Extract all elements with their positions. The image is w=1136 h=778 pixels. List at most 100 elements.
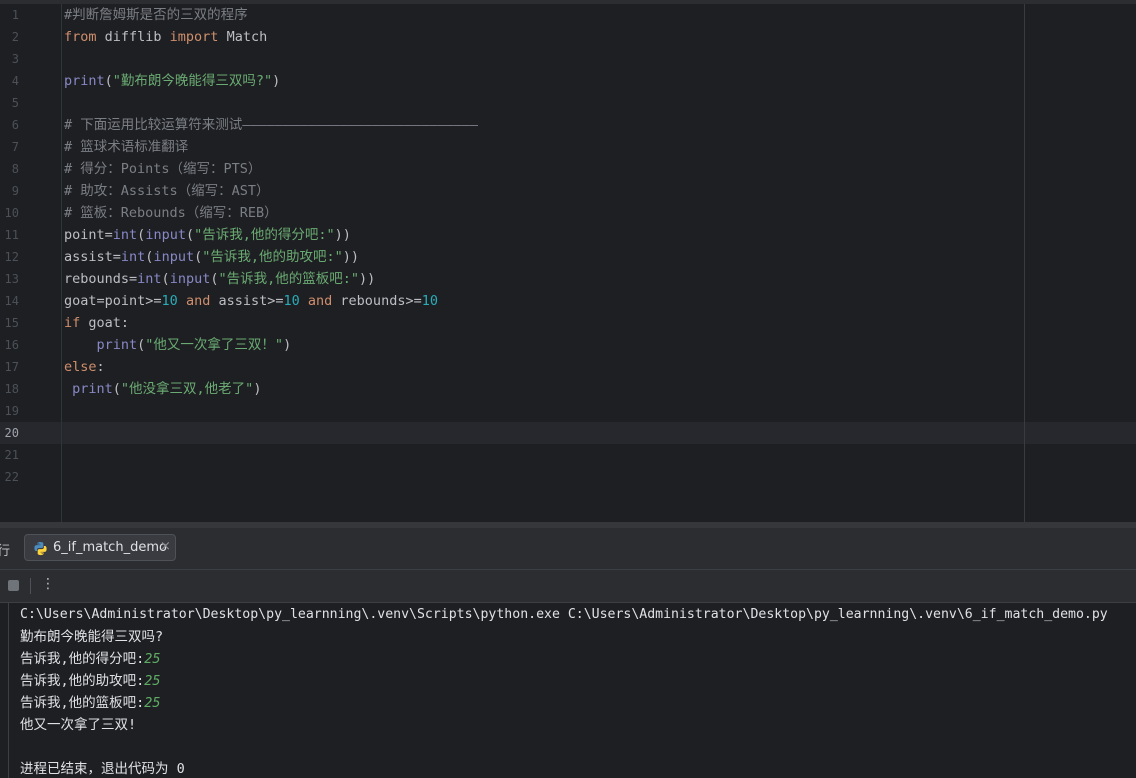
- console-text: 告诉我,他的得分吧:: [20, 651, 145, 667]
- code-token: :: [96, 359, 105, 375]
- code-token: 10: [161, 293, 178, 309]
- code-editor[interactable]: 1 2 3 4 5 6 7 8 9 10 11 12 13 14 15 16 17 18 19 20 21 22 #判断詹…: [0, 0, 1136, 522]
- line-number: 12: [4, 250, 19, 264]
- code-line[interactable]: # 助攻：Assists（缩写：AST）: [64, 180, 270, 202]
- code-token: point=: [64, 227, 113, 243]
- code-token: and: [185, 293, 211, 309]
- code-line[interactable]: print("他没拿三双,他老了"): [64, 378, 261, 400]
- toolbar-separator: [30, 578, 31, 594]
- code-token: else: [64, 359, 97, 375]
- code-token: ): [283, 337, 292, 353]
- code-token: (: [104, 73, 113, 89]
- line-number: 20: [4, 426, 19, 440]
- line-number: 10: [4, 206, 19, 220]
- code-token: int: [137, 271, 162, 287]
- console-text: 他又一次拿了三双!: [20, 717, 137, 733]
- code-line[interactable]: # 得分：Points（缩写：PTS）: [64, 158, 261, 180]
- code-token: ): [272, 73, 281, 89]
- line-number: 18: [4, 382, 19, 396]
- line-number: 8: [11, 162, 19, 176]
- code-line[interactable]: # 篮球术语标准翻译: [64, 136, 188, 158]
- code-token: input: [145, 227, 186, 243]
- python-file-icon: [34, 541, 47, 556]
- code-token: print: [64, 73, 105, 89]
- caret-line-highlight: [0, 422, 1136, 444]
- console-output-line: 告诉我,他的助攻吧:25: [20, 670, 161, 692]
- code-token: print: [96, 337, 138, 353]
- code-token: (: [194, 249, 203, 265]
- code-line[interactable]: # 下面运用比较运算符来测试——————————————————————————…: [64, 114, 478, 136]
- gutter-separator: [61, 4, 62, 522]
- code-token: and: [307, 293, 333, 309]
- line-number: 2: [11, 30, 19, 44]
- code-token: int: [120, 249, 146, 265]
- code-token: )): [334, 227, 351, 243]
- code-token: (: [185, 227, 195, 243]
- code-token: assist>=: [210, 293, 284, 309]
- line-number: 4: [11, 74, 19, 88]
- code-token: "他没拿三双,他老了": [120, 381, 254, 397]
- run-console-output[interactable]: C:\Users\Administrator\Desktop\py_learnn…: [0, 603, 1136, 778]
- console-output-line: 告诉我,他的篮板吧:25: [20, 692, 161, 714]
- console-command-line: C:\Users\Administrator\Desktop\py_learnn…: [20, 607, 1108, 622]
- code-token: ): [253, 381, 262, 397]
- code-token: "勤布朗今晚能得三双吗?": [112, 73, 273, 89]
- console-text: 告诉我,他的助攻吧:: [20, 673, 145, 689]
- code-token: print: [72, 381, 113, 397]
- code-token: input: [153, 249, 195, 265]
- code-line[interactable]: goat=point>=10 and assist>=10 and reboun…: [64, 290, 438, 312]
- line-number: 19: [4, 404, 19, 418]
- code-token: from: [64, 29, 97, 45]
- code-token: input: [169, 271, 211, 287]
- code-line[interactable]: print("勤布朗今晚能得三双吗?"): [64, 70, 280, 92]
- console-user-input: 25: [144, 651, 161, 667]
- run-config-tab[interactable]: 6_if_match_demo ×: [24, 534, 176, 561]
- code-line[interactable]: if goat:: [64, 312, 129, 334]
- line-number: 22: [4, 470, 19, 484]
- code-token: )): [342, 249, 359, 265]
- console-gutter-line: [8, 603, 9, 778]
- code-token: rebounds=: [64, 271, 138, 287]
- code-line[interactable]: point=int(input("告诉我,他的得分吧:")): [64, 224, 351, 246]
- code-token: (: [161, 271, 170, 287]
- run-toolbar: ⋮: [0, 570, 1136, 602]
- stop-icon[interactable]: [8, 580, 19, 591]
- code-token: if: [64, 315, 81, 331]
- line-number: 6: [11, 118, 19, 132]
- code-token: Match: [218, 29, 268, 45]
- code-line[interactable]: else:: [64, 356, 105, 378]
- console-output-line: 他又一次拿了三双!: [20, 714, 136, 736]
- ide-window: 1 2 3 4 5 6 7 8 9 10 11 12 13 14 15 16 17 18 19 20 21 22 #判断詹…: [0, 0, 1136, 778]
- line-number: 1: [11, 8, 19, 22]
- close-tab-icon[interactable]: ×: [160, 539, 171, 554]
- code-line[interactable]: #判断詹姆斯是否的三双的程序: [64, 4, 248, 26]
- code-line[interactable]: assist=int(input("告诉我,他的助攻吧:")): [64, 246, 359, 268]
- console-output-line: 勤布朗今晚能得三双吗?: [20, 626, 163, 648]
- line-number: 13: [4, 272, 19, 286]
- console-output-line: 进程已结束，退出代码为 0: [20, 758, 185, 778]
- code-line[interactable]: print("他又一次拿了三双！"): [64, 334, 292, 356]
- run-tab-label: 6_if_match_demo: [53, 540, 167, 555]
- more-options-icon[interactable]: ⋮: [41, 576, 55, 592]
- line-number: 16: [4, 338, 19, 352]
- code-line[interactable]: # 篮板：Rebounds（缩写：REB）: [64, 202, 278, 224]
- code-token: goat:: [80, 315, 130, 331]
- line-number: 3: [11, 52, 19, 66]
- code-token: "告诉我,他的篮板吧:": [218, 271, 359, 287]
- code-token: # 篮球术语标准翻译: [64, 139, 189, 155]
- code-token: #判断詹姆斯是否的三双的程序: [64, 7, 248, 23]
- code-token: "他又一次拿了三双！": [145, 337, 284, 353]
- code-token: 10: [421, 293, 438, 309]
- line-number: 9: [11, 184, 19, 198]
- code-line[interactable]: from difflib import Match: [64, 26, 267, 48]
- run-tool-window-label[interactable]: 行: [0, 540, 10, 559]
- line-number: 21: [4, 448, 19, 462]
- code-token: goat=point>=: [64, 293, 162, 309]
- code-token: "告诉我,他的得分吧:": [194, 227, 335, 243]
- code-token: (: [112, 381, 121, 397]
- code-line[interactable]: rebounds=int(input("告诉我,他的篮板吧:")): [64, 268, 375, 290]
- console-text: 告诉我,他的篮板吧:: [20, 695, 145, 711]
